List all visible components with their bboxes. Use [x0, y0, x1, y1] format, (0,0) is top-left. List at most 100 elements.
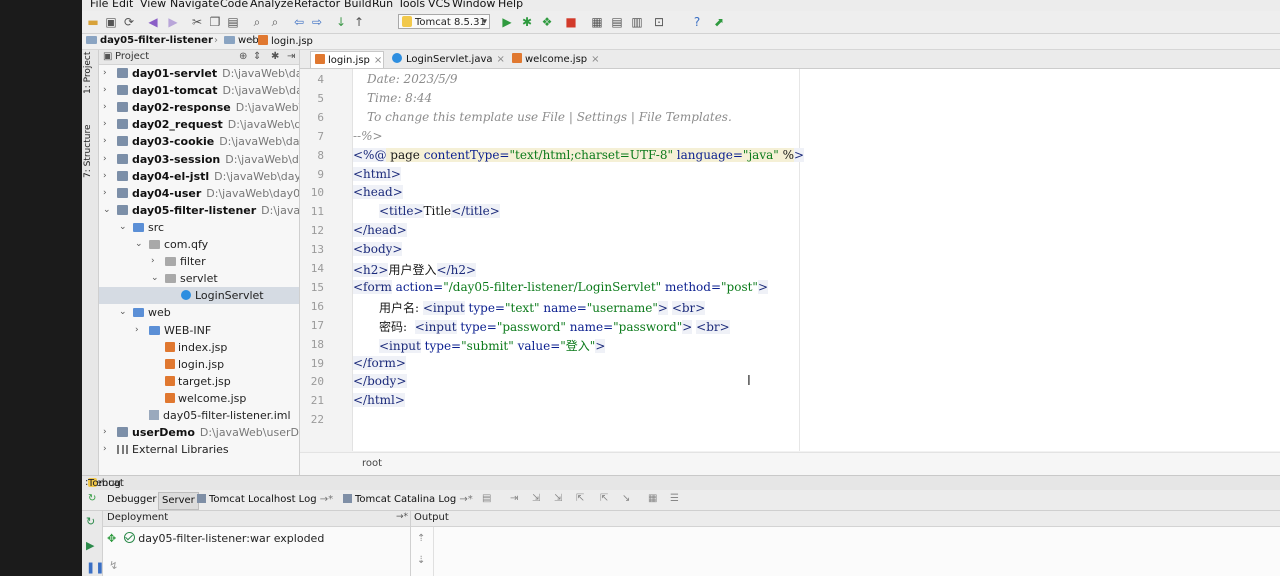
debug-icon[interactable]: ✱: [520, 15, 534, 29]
menu-edit[interactable]: Edit: [112, 0, 133, 10]
tree-item-day04-el-jstl[interactable]: › day04-el-jstl D:\javaWeb\day04-el-jstl: [99, 168, 299, 185]
tree-item-welcome-jsp[interactable]: welcome.jsp: [99, 390, 299, 407]
sdk-icon[interactable]: ↑: [352, 15, 366, 29]
tree-item-servlet[interactable]: ⌄ servlet: [99, 270, 299, 287]
tree-item-day03-cookie[interactable]: › day03-cookie D:\javaWeb\day03-cookie: [99, 133, 299, 150]
chevron-down-icon[interactable]: ⌄: [151, 270, 159, 287]
tab-welcome-jsp[interactable]: welcome.jsp ×: [508, 51, 600, 68]
chevron-right-icon[interactable]: ›: [103, 99, 107, 116]
cut-icon[interactable]: ✂: [190, 15, 204, 29]
rerun-icon[interactable]: ↻: [88, 493, 96, 504]
menu-file[interactable]: File: [90, 0, 108, 10]
copy-icon[interactable]: ❐: [208, 15, 222, 29]
find-icon[interactable]: ⌕: [250, 15, 264, 29]
refresh-icon[interactable]: ↻: [86, 515, 95, 528]
deployment-item[interactable]: ✥ day05-filter-listener:war exploded: [107, 532, 324, 545]
run-config-select[interactable]: Tomcat 8.5.31 ▾: [398, 14, 490, 29]
pin-icon[interactable]: →*: [396, 512, 408, 522]
tab-loginservlet-java[interactable]: LoginServlet.java ×: [388, 51, 505, 68]
chevron-right-icon[interactable]: ›: [103, 65, 107, 82]
tree-item-web[interactable]: ⌄ web: [99, 304, 299, 321]
coverage-icon[interactable]: ❖: [540, 15, 554, 29]
menu-vcs[interactable]: VCS: [428, 0, 450, 10]
tree-item-com-qfy[interactable]: ⌄ com.qfy: [99, 236, 299, 253]
tab-server[interactable]: Server: [158, 492, 199, 510]
save-icon[interactable]: ▣: [104, 15, 118, 29]
tree-item-filter[interactable]: › filter: [99, 253, 299, 270]
tree-item-day02-response[interactable]: › day02-response D:\javaWeb\day02-response: [99, 99, 299, 116]
structure-tool-button[interactable]: 7: Structure: [83, 125, 93, 179]
code-editor[interactable]: I Date: 2023/5/9 Time: 8:44 To change this…: [353, 69, 1280, 451]
collapse-icon[interactable]: ⇕: [253, 51, 261, 62]
chevron-right-icon[interactable]: ›: [103, 133, 107, 150]
chevron-right-icon[interactable]: ›: [103, 185, 107, 202]
sdk-settings-icon[interactable]: ⊡: [652, 15, 666, 29]
menu-window[interactable]: Window: [452, 0, 495, 10]
structure-icon[interactable]: ▦: [590, 15, 604, 29]
menu-navigate[interactable]: Navigate: [170, 0, 219, 10]
nav-forward-icon[interactable]: ⇨: [310, 15, 324, 29]
scroll-up-icon[interactable]: ⇡: [417, 533, 425, 544]
chevron-right-icon[interactable]: ›: [151, 253, 155, 270]
tree-item-day02-request[interactable]: › day02_request D:\javaWeb\day02_request: [99, 116, 299, 133]
breadcrumb-project[interactable]: day05-filter-listener: [86, 35, 213, 46]
close-icon[interactable]: ×: [374, 55, 382, 66]
chevron-right-icon[interactable]: ›: [103, 441, 107, 458]
tree-item-index-jsp[interactable]: index.jsp: [99, 339, 299, 356]
chevron-down-icon[interactable]: ⌄: [119, 219, 127, 236]
step-over-icon[interactable]: ⇥: [510, 493, 518, 504]
menu-refactor[interactable]: Refactor: [294, 0, 340, 10]
layout-icon[interactable]: ▥: [630, 15, 644, 29]
help-icon[interactable]: ?: [690, 15, 704, 29]
gear-icon[interactable]: ✱: [271, 51, 279, 62]
chevron-right-icon[interactable]: ›: [103, 168, 107, 185]
chevron-right-icon[interactable]: ›: [103, 116, 107, 133]
tree-item-day05-filter-listener[interactable]: ⌄ day05-filter-listener D:\javaWeb\day05-f…: [99, 202, 299, 219]
tree-item-src[interactable]: ⌄ src: [99, 219, 299, 236]
undeploy-icon[interactable]: ↯: [109, 559, 118, 572]
stop-icon[interactable]: ■: [564, 15, 578, 29]
sync-icon[interactable]: ⟳: [122, 15, 136, 29]
tree-item-external-libraries[interactable]: › External Libraries: [99, 441, 299, 458]
tree-item-day04-user[interactable]: › day04-user D:\javaWeb\day04-user: [99, 185, 299, 202]
open-folder-icon[interactable]: ▬: [86, 15, 100, 29]
menu-view[interactable]: View: [140, 0, 166, 10]
vcs-icon[interactable]: ⬈: [712, 15, 726, 29]
menu-analyze[interactable]: Analyze: [250, 0, 293, 10]
trace-icon[interactable]: ☰: [670, 493, 679, 504]
chevron-right-icon[interactable]: ›: [103, 82, 107, 99]
tab-tomcat-localhost-log[interactable]: Tomcat Localhost Log →*: [194, 492, 336, 508]
close-icon[interactable]: ×: [497, 54, 505, 65]
step-into-icon[interactable]: ⇲: [532, 493, 540, 504]
resume-icon[interactable]: ▶: [86, 539, 94, 552]
chevron-down-icon[interactable]: ⌄: [119, 304, 127, 321]
tree-item-day03-session[interactable]: › day03-session D:\javaWeb\day03-session: [99, 151, 299, 168]
evaluate-icon[interactable]: ▦: [648, 493, 657, 504]
scroll-down-icon[interactable]: ⇣: [417, 555, 425, 566]
nav-back-icon[interactable]: ⇦: [292, 15, 306, 29]
chevron-down-icon[interactable]: ⌄: [135, 236, 143, 253]
replace-icon[interactable]: ⌕: [268, 15, 282, 29]
menu-code[interactable]: Code: [220, 0, 248, 10]
pause-icon[interactable]: ❚❚: [86, 561, 104, 574]
tree-item-loginservlet[interactable]: LoginServlet: [99, 287, 299, 305]
menu-run[interactable]: Run: [372, 0, 393, 10]
tree-item-login-jsp[interactable]: login.jsp: [99, 356, 299, 373]
tree-item-web-inf[interactable]: › WEB-INF: [99, 322, 299, 339]
close-icon[interactable]: ×: [591, 54, 599, 65]
menu-help[interactable]: Help: [498, 0, 523, 10]
back-icon[interactable]: ◀: [146, 15, 160, 29]
paste-icon[interactable]: ▤: [226, 15, 240, 29]
step-out-icon[interactable]: ⇱: [576, 493, 584, 504]
chevron-right-icon[interactable]: ›: [135, 322, 139, 339]
tab-login-jsp[interactable]: login.jsp ×: [310, 51, 384, 68]
globe-icon[interactable]: ⊕: [239, 51, 247, 62]
settings-icon[interactable]: ▤: [610, 15, 624, 29]
editor-path-label[interactable]: root: [362, 458, 382, 469]
deploy-update-icon[interactable]: ✥: [107, 532, 116, 545]
force-step-into-icon[interactable]: ⇲: [554, 493, 562, 504]
tab-tomcat-catalina-log[interactable]: Tomcat Catalina Log →*: [340, 492, 476, 508]
forward-icon[interactable]: ▶: [166, 15, 180, 29]
chevron-right-icon[interactable]: ›: [103, 424, 107, 441]
menu-build[interactable]: Build: [344, 0, 372, 10]
